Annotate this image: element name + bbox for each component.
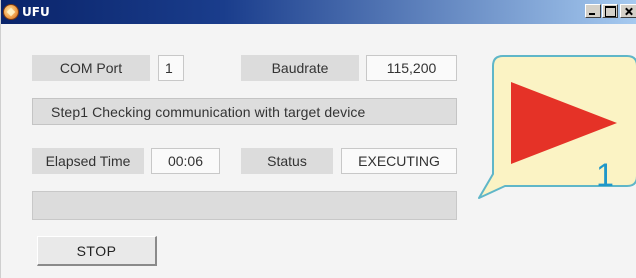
maximize-button[interactable] (602, 4, 618, 18)
status-value: EXECUTING (341, 148, 457, 174)
com-port-value: 1 (158, 55, 184, 81)
app-window: UFU COM Port 1 Baudrate 115,200 Step1 Ch… (0, 0, 636, 278)
step-message: Step1 Checking communication with target… (32, 98, 457, 125)
elapsed-time-label: Elapsed Time (32, 148, 144, 174)
baudrate-value: 115,200 (366, 55, 457, 81)
title-bar[interactable]: UFU (1, 0, 636, 24)
status-label: Status (241, 148, 333, 174)
progress-bar (32, 191, 457, 220)
elapsed-time-value: 00:06 (151, 148, 220, 174)
minimize-button[interactable] (585, 4, 601, 18)
app-logo-icon[interactable] (3, 4, 19, 20)
com-port-label: COM Port (32, 55, 150, 81)
stop-button[interactable]: STOP (37, 236, 157, 266)
baudrate-label: Baudrate (241, 55, 359, 81)
window-title: UFU (22, 5, 50, 19)
close-button[interactable] (620, 4, 636, 18)
step-number: 1 (596, 157, 614, 193)
